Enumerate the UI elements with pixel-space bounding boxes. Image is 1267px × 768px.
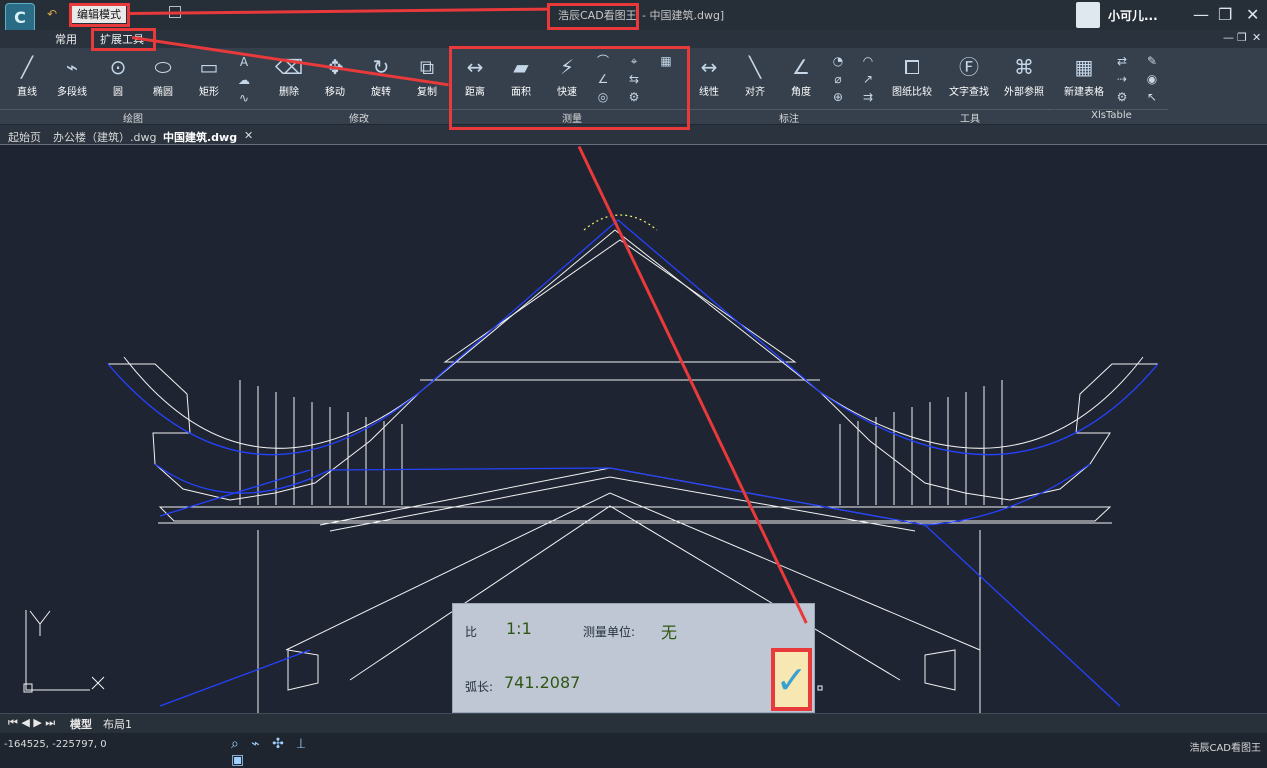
linear-label: 线性 bbox=[699, 87, 719, 98]
ellipse-tool[interactable]: ⬭ 椭圆 bbox=[140, 52, 186, 98]
new-table-label: 新建表格 bbox=[1064, 87, 1104, 98]
ribbon-minimize-icon[interactable]: — bbox=[1223, 31, 1234, 44]
close-icon[interactable]: ✕ bbox=[1246, 5, 1259, 24]
close-tab-icon[interactable]: ✕ bbox=[244, 129, 253, 142]
ellipse-icon: ⬭ bbox=[154, 55, 172, 79]
new-table-tool[interactable]: ▦ 新建表格 bbox=[1059, 52, 1109, 98]
user-avatar[interactable] bbox=[1076, 2, 1100, 28]
table-view-icon[interactable]: ◉ bbox=[1144, 71, 1160, 87]
highlight-measure-group bbox=[449, 46, 690, 130]
drawing-compare-tool[interactable]: ⧠ 图纸比较 bbox=[889, 52, 935, 98]
modify-group-label: 修改 bbox=[266, 109, 452, 125]
external-reference-tool[interactable]: ⌘ 外部参照 bbox=[1001, 52, 1047, 98]
status-app-name: 浩辰CAD看图王 bbox=[1189, 743, 1261, 754]
tab-model[interactable]: 模型 bbox=[70, 716, 92, 732]
layout-navigation-icons[interactable]: ⏮ ◀ ▶ ⏭ bbox=[8, 716, 55, 730]
ribbon-close-icon[interactable]: ✕ bbox=[1252, 31, 1261, 44]
linear-dimension-tool[interactable]: ↔ 线性 bbox=[686, 52, 732, 98]
unit-label: 测量单位: bbox=[583, 625, 636, 639]
radius-dimension-icon[interactable]: ◔ bbox=[830, 53, 846, 69]
aligned-dimension-icon: ╲ bbox=[748, 55, 762, 79]
status-tool-icons[interactable]: ⌕ ⌁ ✣ ⟂ ▣ bbox=[231, 736, 327, 768]
cursor-coordinates: -164525, -225797, 0 bbox=[4, 739, 107, 750]
rotate-label: 旋转 bbox=[371, 87, 391, 98]
compare-icon: ⧠ bbox=[904, 55, 920, 79]
status-bar: -164525, -225797, 0 ⌕ ⌁ ✣ ⟂ ▣ 浩辰CAD看图王 bbox=[0, 733, 1267, 768]
confirm-button[interactable]: ✓ bbox=[771, 648, 812, 711]
xref-label: 外部参照 bbox=[1004, 87, 1044, 98]
app-logo-icon[interactable]: C bbox=[5, 3, 35, 33]
baseline-dimension-icon[interactable]: ⇉ bbox=[860, 89, 876, 105]
ellipse-label: 椭圆 bbox=[153, 87, 173, 98]
tab-office-building[interactable]: 办公楼（建筑）.dwg bbox=[53, 129, 156, 145]
rectangle-label: 矩形 bbox=[199, 87, 219, 98]
table-settings-icon[interactable]: ⚙ bbox=[1114, 89, 1130, 105]
arc-length-value: 741.2087 bbox=[504, 673, 581, 692]
text-find-label: 文字查找 bbox=[949, 87, 989, 98]
rectangle-tool[interactable]: ▭ 矩形 bbox=[186, 52, 232, 98]
line-tool[interactable]: ╱ 直线 bbox=[4, 52, 50, 98]
angle-label: 角度 bbox=[791, 87, 811, 98]
move-tool[interactable]: ✥移动 bbox=[312, 52, 358, 98]
copy-label: 复制 bbox=[417, 87, 437, 98]
align-label: 对齐 bbox=[745, 87, 765, 98]
highlight-app-title bbox=[547, 3, 639, 30]
find-icon: Ⓕ bbox=[959, 55, 979, 79]
aligned-dimension-tool[interactable]: ╲ 对齐 bbox=[732, 52, 778, 98]
restore-icon[interactable]: ❐ bbox=[1218, 5, 1232, 24]
xref-icon: ⌘ bbox=[1014, 55, 1034, 79]
circle-icon: ⊙ bbox=[109, 55, 127, 79]
polyline-tool[interactable]: ⌁ 多段线 bbox=[49, 52, 95, 98]
table-export-icon[interactable]: ⇢ bbox=[1114, 71, 1130, 87]
ratio-value: 1:1 bbox=[506, 619, 532, 638]
tab-layout1[interactable]: 布局1 bbox=[103, 716, 132, 732]
copy-tool[interactable]: ⧉ 复制 bbox=[404, 52, 450, 98]
leader-dimension-icon[interactable]: ↗ bbox=[860, 71, 876, 87]
ordinate-dimension-icon[interactable]: ⊕ bbox=[830, 89, 846, 105]
table-edit-icon[interactable]: ✎ bbox=[1144, 53, 1160, 69]
text-find-tool[interactable]: Ⓕ 文字查找 bbox=[946, 52, 992, 98]
rectangle-icon: ▭ bbox=[199, 55, 219, 79]
arc-dimension-icon[interactable]: ◠ bbox=[860, 53, 876, 69]
spline-icon[interactable]: ∿ bbox=[236, 90, 252, 106]
minimize-icon[interactable]: — bbox=[1193, 5, 1209, 24]
tools-group-label: 工具 bbox=[886, 109, 1054, 125]
polyline-label: 多段线 bbox=[57, 87, 87, 98]
delete-label: 删除 bbox=[279, 87, 299, 98]
unit-value: 无 bbox=[661, 623, 678, 642]
draw-group-label: 绘图 bbox=[0, 109, 266, 125]
ratio-label: 比 bbox=[465, 625, 478, 639]
cloud-icon[interactable]: ☁ bbox=[236, 72, 252, 88]
diameter-dimension-icon[interactable]: ⌀ bbox=[830, 71, 846, 87]
line-label: 直线 bbox=[17, 87, 37, 98]
ribbon-restore-icon[interactable]: ❐ bbox=[1237, 31, 1247, 44]
dimension-group-label: 标注 bbox=[692, 109, 886, 125]
xlstable-group-label: XlsTable bbox=[1055, 109, 1168, 124]
circle-label: 圆 bbox=[113, 87, 123, 98]
undo-icon[interactable]: ↶ bbox=[47, 7, 57, 21]
tab-current-drawing[interactable]: 中国建筑.dwg bbox=[163, 129, 237, 145]
table-link-icon[interactable]: ⇄ bbox=[1114, 53, 1130, 69]
angle-dimension-tool[interactable]: ∠ 角度 bbox=[778, 52, 824, 98]
file-title: - 中国建筑.dwg] bbox=[642, 9, 725, 22]
polyline-icon: ⌁ bbox=[65, 55, 79, 79]
arc-length-label: 弧长: bbox=[465, 680, 494, 694]
table-select-icon[interactable]: ↖ bbox=[1144, 89, 1160, 105]
circle-tool[interactable]: ⊙ 圆 bbox=[95, 52, 141, 98]
move-label: 移动 bbox=[325, 87, 345, 98]
linear-dimension-icon: ↔ bbox=[700, 55, 718, 79]
line-icon: ╱ bbox=[20, 55, 34, 79]
angle-dimension-icon: ∠ bbox=[792, 55, 810, 79]
tab-start-page[interactable]: 起始页 bbox=[8, 129, 41, 145]
compare-label: 图纸比较 bbox=[892, 87, 932, 98]
table-icon: ▦ bbox=[1074, 55, 1094, 79]
layout-tabs: ⏮ ◀ ▶ ⏭ 模型 布局1 bbox=[0, 713, 1267, 733]
measurement-panel: 比 1:1 测量单位: 无 弧长: 741.2087 bbox=[452, 603, 815, 713]
user-name[interactable]: 小可儿... bbox=[1108, 7, 1158, 24]
highlight-edit-mode bbox=[69, 3, 130, 27]
tab-common[interactable]: 常用 bbox=[55, 31, 77, 47]
